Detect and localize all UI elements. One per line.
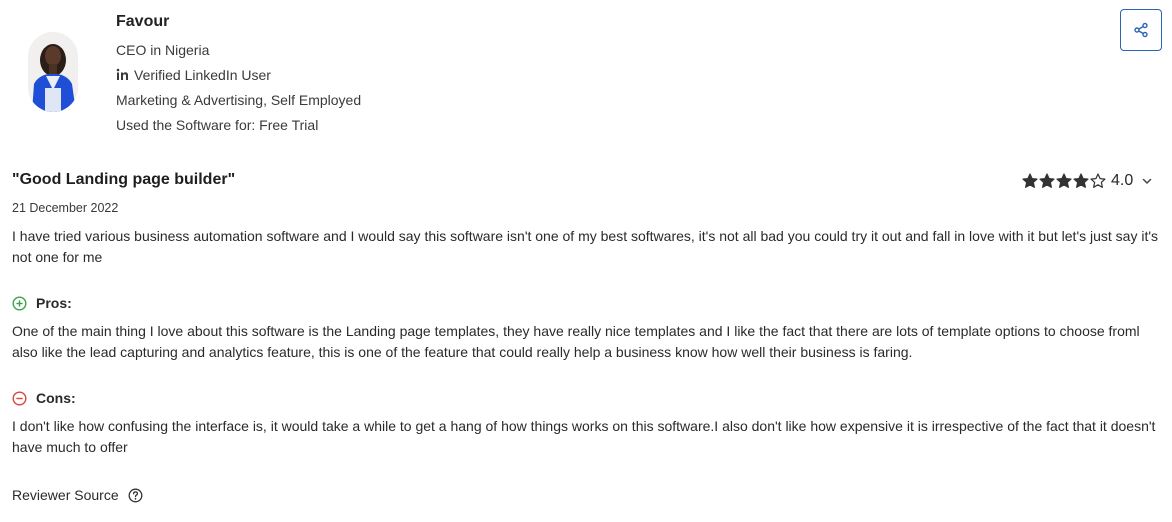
reviewer-name: Favour [116, 13, 170, 30]
cons-heading: Cons: [12, 389, 76, 407]
rating-score: 4.0 [1111, 172, 1134, 189]
share-button[interactable] [1120, 9, 1162, 51]
plus-circle-icon [12, 295, 27, 311]
reviewer-source-label: Reviewer Source [12, 487, 119, 503]
reviewer-verification: Verified LinkedIn User [116, 62, 361, 87]
verification-label: Verified LinkedIn User [134, 66, 271, 83]
star-icon [1056, 173, 1072, 189]
star-rating [1022, 173, 1106, 189]
cons-text: I don't like how confusing the interface… [12, 418, 1156, 455]
rating: 4.0 [1022, 171, 1153, 191]
reviewer-role: CEO in Nigeria [116, 41, 210, 58]
star-icon [1039, 173, 1055, 189]
minus-circle-icon [12, 390, 27, 406]
share-icon [1133, 22, 1149, 38]
linkedin-icon [116, 68, 129, 81]
review-date: 21 December 2022 [12, 201, 119, 215]
star-icon [1090, 173, 1106, 189]
reviewer-industry: Marketing & Advertising, Self Employed [116, 91, 362, 108]
question-circle-icon[interactable] [128, 488, 143, 503]
avatar [28, 32, 78, 112]
review-title: "Good Landing page builder" [12, 171, 236, 188]
pros-text: One of the main thing I love about this … [12, 323, 1140, 360]
chevron-down-icon[interactable] [1141, 175, 1153, 187]
review-summary: I have tried various business automation… [12, 228, 1159, 265]
reviewer-usage: Used the Software for: Free Trial [116, 116, 319, 133]
review-card: Favour CEO in Nigeria Verified LinkedIn … [0, 0, 1172, 522]
cons-label: Cons: [36, 390, 76, 406]
reviewer-info: Favour CEO in Nigeria Verified LinkedIn … [116, 12, 361, 137]
star-icon [1073, 173, 1089, 189]
reviewer-source: Reviewer Source [12, 486, 143, 504]
pros-heading: Pros: [12, 294, 72, 312]
pros-label: Pros: [36, 295, 72, 311]
star-icon [1022, 173, 1038, 189]
